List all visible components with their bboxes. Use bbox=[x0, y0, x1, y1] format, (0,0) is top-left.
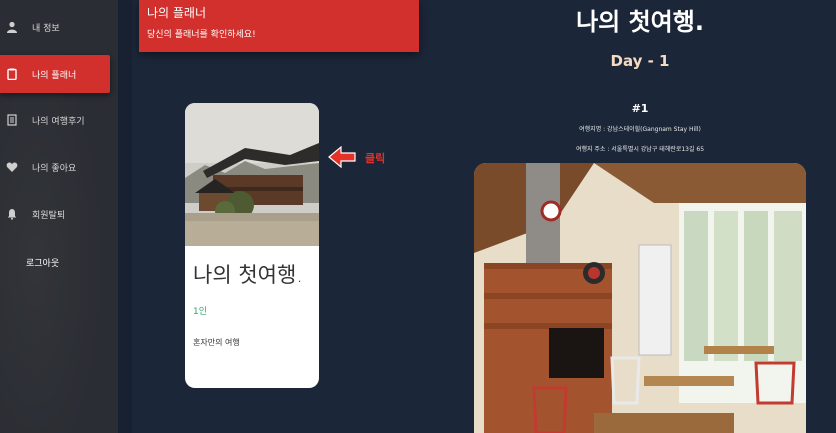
sidebar: 내 정보 나의 플래너 나의 여행후기 나의 좋아요 회원탈퇴 로그아웃 bbox=[0, 0, 118, 433]
place-number: #1 bbox=[631, 102, 649, 115]
place-name: 여행지명 : 강남스테이힐(Gangnam Stay Hill) bbox=[579, 126, 701, 133]
plan-card[interactable]: 나의 첫여행. 1인 혼자만의 여행 bbox=[185, 103, 319, 388]
app-root: 내 정보 나의 플래너 나의 여행후기 나의 좋아요 회원탈퇴 로그아웃 나의 … bbox=[0, 0, 836, 433]
page-header: 나의 플래너 당신의 플래너를 확인하세요! bbox=[139, 0, 419, 52]
plan-people-count: 1인 bbox=[193, 307, 208, 317]
click-annotation: 클릭 bbox=[365, 152, 386, 165]
sidebar-item-label: 회원탈퇴 bbox=[32, 210, 66, 221]
palace-photo bbox=[185, 103, 319, 246]
arrow-left-icon bbox=[328, 146, 356, 168]
plan-description: 혼자만의 여행 bbox=[193, 338, 240, 347]
page-subtitle: 당신의 플래너를 확인하세요! bbox=[147, 30, 256, 40]
sidebar-item-label: 내 정보 bbox=[32, 23, 60, 34]
sidebar-item-my-planner[interactable]: 나의 플래너 bbox=[0, 55, 110, 93]
sidebar-item-withdraw[interactable]: 회원탈퇴 bbox=[0, 195, 110, 233]
logout-link[interactable]: 로그아웃 bbox=[26, 256, 59, 269]
clipboard-icon bbox=[7, 68, 17, 80]
cafe-interior-photo bbox=[474, 163, 806, 433]
bell-icon bbox=[7, 209, 17, 220]
sidebar-item-label: 나의 여행후기 bbox=[32, 116, 85, 127]
plan-title: 나의 첫여행. bbox=[193, 263, 303, 287]
sidebar-item-my-info[interactable]: 내 정보 bbox=[0, 8, 110, 46]
user-icon bbox=[7, 21, 17, 33]
sidebar-divider bbox=[118, 0, 132, 433]
page-title: 나의 플래너 bbox=[147, 6, 207, 20]
sidebar-item-my-likes[interactable]: 나의 좋아요 bbox=[0, 148, 110, 186]
trip-title: 나의 첫여행. bbox=[576, 8, 704, 36]
day-label: Day - 1 bbox=[610, 52, 670, 70]
notebook-icon bbox=[7, 114, 17, 126]
sidebar-item-label: 나의 좋아요 bbox=[32, 163, 77, 174]
place-address: 여행지 주소 : 서울특별시 강남구 테헤란로13길 65 bbox=[575, 146, 705, 153]
sidebar-item-my-reviews[interactable]: 나의 여행후기 bbox=[0, 101, 110, 139]
sidebar-item-label: 나의 플래너 bbox=[32, 70, 77, 81]
heart-icon bbox=[6, 162, 18, 172]
